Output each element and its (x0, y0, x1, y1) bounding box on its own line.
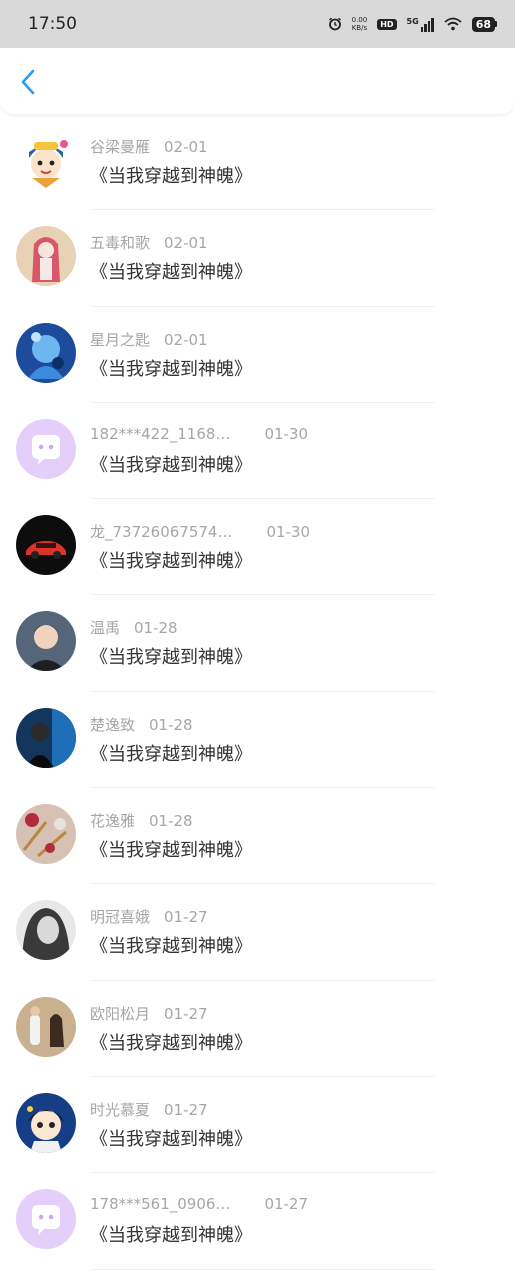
status-icons: 0.00 KB/s HD 5G 68 (328, 16, 497, 32)
list-item[interactable]: 温禹 01-28 《当我穿越到神魄》 (0, 595, 515, 692)
signal-icon: 5G (407, 16, 434, 32)
default-avatar-icon[interactable] (16, 1189, 76, 1250)
list-item[interactable]: 星月之匙 02-01 《当我穿越到神魄》 (0, 307, 515, 403)
list-item[interactable]: 明冠喜娥 01-27 《当我穿越到神魄》 (0, 884, 515, 981)
avatar[interactable] (16, 996, 76, 1057)
list-item[interactable]: 178***561_0906… 01-27 《当我穿越到神魄》 (0, 1173, 515, 1270)
list-item[interactable]: 时光慕夏 01-27 《当我穿越到神魄》 (0, 1077, 515, 1174)
chevron-left-icon (21, 69, 35, 95)
book-title[interactable]: 《当我穿越到神魄》 (90, 1029, 252, 1055)
list-item[interactable]: 欧阳松月 01-27 《当我穿越到神魄》 (0, 981, 515, 1077)
book-title[interactable]: 《当我穿越到神魄》 (90, 451, 252, 477)
item-date: 01-28 (149, 715, 193, 734)
speed-unit: KB/s (351, 24, 368, 32)
status-bar: 17:50 0.00 KB/s HD 5G 68 (0, 0, 515, 48)
book-title[interactable]: 《当我穿越到神魄》 (90, 162, 252, 188)
user-name[interactable]: 178***561_0906… (90, 1195, 230, 1213)
list-item[interactable]: 龙_73726067574… 01-30 《当我穿越到神魄》 (0, 499, 515, 596)
item-date: 01-27 (164, 1004, 208, 1023)
book-title[interactable]: 《当我穿越到神魄》 (90, 836, 252, 862)
status-time: 17:50 (28, 14, 77, 34)
avatar[interactable] (16, 226, 76, 287)
avatar[interactable] (16, 611, 76, 672)
user-name[interactable]: 谷梁曼雁 (90, 136, 150, 157)
avatar[interactable] (16, 515, 76, 576)
item-date: 02-01 (164, 234, 208, 253)
item-meta: 花逸雅 01-28 (90, 810, 193, 831)
alarm-icon (328, 17, 342, 31)
item-meta: 182***422_1168… 01-30 (90, 425, 308, 443)
book-title[interactable]: 《当我穿越到神魄》 (90, 355, 252, 381)
book-title[interactable]: 《当我穿越到神魄》 (90, 932, 252, 958)
user-name[interactable]: 楚逸致 (90, 714, 135, 735)
user-name[interactable]: 明冠喜娥 (90, 906, 150, 927)
list-item[interactable]: 楚逸致 01-28 《当我穿越到神魄》 (0, 692, 515, 789)
list-item[interactable]: 五毒和歌 02-01 《当我穿越到神魄》 (0, 210, 515, 307)
item-meta: 五毒和歌 02-01 (90, 232, 208, 253)
user-name[interactable]: 龙_73726067574… (90, 521, 232, 542)
item-meta: 温禹 01-28 (90, 617, 178, 638)
book-title[interactable]: 《当我穿越到神魄》 (90, 258, 252, 284)
user-name[interactable]: 星月之匙 (90, 329, 150, 350)
item-date: 01-28 (149, 812, 193, 831)
item-date: 01-27 (164, 1100, 208, 1119)
item-meta: 楚逸致 01-28 (90, 714, 193, 735)
comment-list: 谷梁曼雁 02-01 《当我穿越到神魄》 五毒和歌 02-01 《当我穿越到神魄》 (0, 114, 515, 1270)
network-speed: 0.00 KB/s (352, 16, 368, 32)
default-avatar-icon[interactable] (16, 418, 76, 479)
back-button[interactable] (14, 68, 42, 96)
user-name[interactable]: 五毒和歌 (90, 232, 150, 253)
list-item[interactable]: 花逸雅 01-28 《当我穿越到神魄》 (0, 788, 515, 885)
item-date: 02-01 (164, 330, 208, 349)
avatar[interactable] (16, 1092, 76, 1153)
book-title[interactable]: 《当我穿越到神魄》 (90, 643, 252, 669)
book-title[interactable]: 《当我穿越到神魄》 (90, 547, 252, 573)
battery-icon: 68 (471, 16, 497, 32)
book-title[interactable]: 《当我穿越到神魄》 (90, 1125, 252, 1151)
speed-value: 0.00 (351, 16, 368, 24)
avatar[interactable] (16, 322, 76, 383)
hd-badge: HD (377, 18, 397, 30)
book-title[interactable]: 《当我穿越到神魄》 (90, 740, 252, 766)
item-date: 01-28 (134, 619, 178, 638)
item-date: 01-30 (266, 523, 311, 542)
user-name[interactable]: 温禹 (90, 617, 120, 638)
avatar[interactable] (16, 130, 76, 190)
user-name[interactable]: 182***422_1168… (90, 425, 230, 443)
item-meta: 178***561_0906… 01-27 (90, 1195, 308, 1213)
item-meta: 星月之匙 02-01 (90, 329, 208, 350)
item-date: 01-27 (164, 908, 208, 927)
item-date: 01-27 (264, 1195, 309, 1214)
battery-level: 68 (471, 16, 495, 32)
avatar[interactable] (16, 804, 76, 865)
user-name[interactable]: 欧阳松月 (90, 1003, 150, 1024)
item-meta: 明冠喜娥 01-27 (90, 906, 208, 927)
list-item[interactable]: 谷梁曼雁 02-01 《当我穿越到神魄》 (0, 114, 515, 211)
network-type: 5G (406, 17, 419, 26)
wifi-icon (444, 17, 462, 31)
item-date: 02-01 (164, 138, 208, 156)
item-meta: 欧阳松月 01-27 (90, 1003, 208, 1024)
list-item[interactable]: 182***422_1168… 01-30 《当我穿越到神魄》 (0, 403, 515, 500)
book-title[interactable]: 《当我穿越到神魄》 (90, 1221, 252, 1247)
avatar[interactable] (16, 707, 76, 768)
divider (90, 1268, 435, 1270)
user-name[interactable]: 花逸雅 (90, 810, 135, 831)
avatar[interactable] (16, 900, 76, 961)
user-name[interactable]: 时光慕夏 (90, 1099, 150, 1120)
top-bar (0, 48, 515, 114)
item-meta: 谷梁曼雁 02-01 (90, 136, 208, 157)
item-meta: 龙_73726067574… 01-30 (90, 521, 310, 542)
item-date: 01-30 (264, 424, 309, 443)
item-meta: 时光慕夏 01-27 (90, 1099, 208, 1120)
